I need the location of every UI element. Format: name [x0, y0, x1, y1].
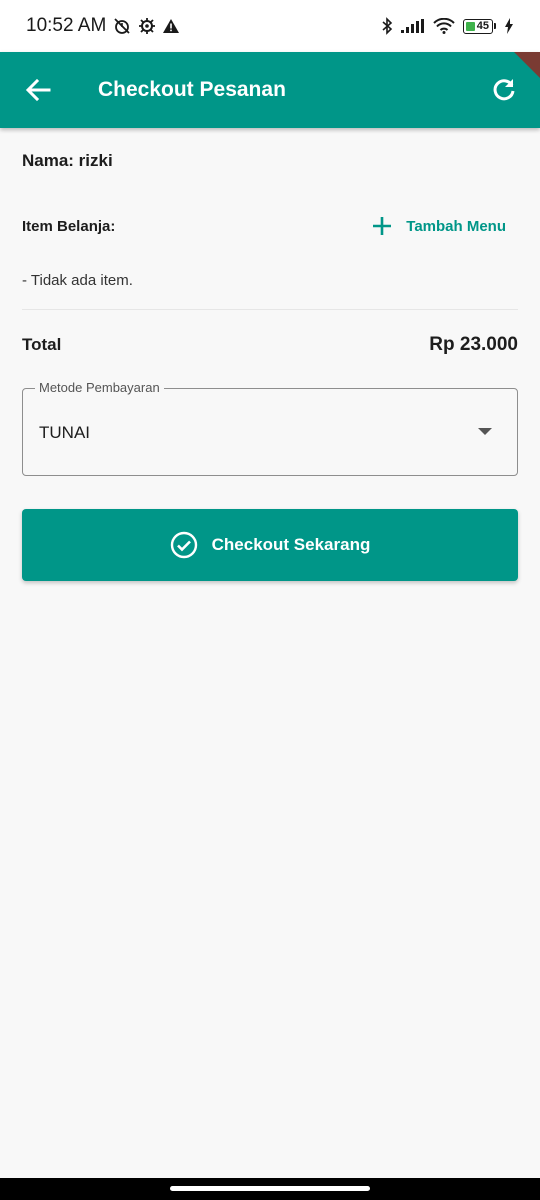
page-title: Checkout Pesanan: [98, 78, 286, 101]
alarm-off-icon: [112, 16, 132, 36]
home-handle[interactable]: [170, 1186, 370, 1191]
payment-method-label: Metode Pembayaran: [35, 380, 164, 395]
empty-items-text: - Tidak ada item.: [22, 272, 133, 289]
payment-method-dropdown[interactable]: Metode Pembayaran TUNAI: [22, 380, 518, 476]
battery-tip: [494, 23, 496, 29]
battery-level: 45: [476, 20, 489, 32]
total-row: Total Rp 23.000: [22, 334, 518, 356]
charging-icon: [504, 18, 514, 34]
items-label: Item Belanja:: [22, 217, 116, 235]
add-menu-label: Tambah Menu: [406, 217, 506, 235]
status-left: 10:52 AM: [26, 15, 180, 37]
total-label: Total: [22, 335, 62, 354]
bluetooth-icon: [381, 17, 393, 35]
battery-icon: 45: [463, 18, 496, 34]
debug-ribbon: [514, 52, 540, 78]
status-bar: 10:52 AM 45: [0, 0, 540, 52]
battery-fill: [466, 21, 475, 31]
check-circle-icon: [170, 531, 197, 559]
wifi-icon: [433, 18, 455, 34]
back-button[interactable]: [20, 72, 56, 108]
plus-icon: [373, 217, 392, 235]
battery-body: 45: [463, 18, 493, 34]
checkout-button[interactable]: Checkout Sekarang: [22, 509, 518, 581]
divider: [22, 309, 518, 310]
payment-method-value: TUNAI: [39, 423, 90, 442]
arrow-left-icon: [25, 78, 51, 102]
items-header: Item Belanja: Tambah Menu: [22, 216, 518, 236]
dropdown-arrow-icon: [478, 428, 492, 435]
settings-gear-icon: [138, 17, 156, 35]
add-menu-button[interactable]: Tambah Menu: [372, 216, 506, 236]
total-value: Rp 23.000: [429, 334, 518, 355]
customer-name: Nama: rizki: [22, 151, 113, 170]
system-nav-bar: [0, 1178, 540, 1200]
checkout-button-label: Checkout Sekarang: [211, 535, 371, 554]
signal-icon: [401, 19, 425, 33]
refresh-icon: [493, 79, 515, 101]
warning-icon: [162, 18, 180, 34]
status-right: 45: [381, 17, 514, 35]
app-bar: Checkout Pesanan: [0, 52, 540, 128]
status-time: 10:52 AM: [26, 15, 107, 36]
